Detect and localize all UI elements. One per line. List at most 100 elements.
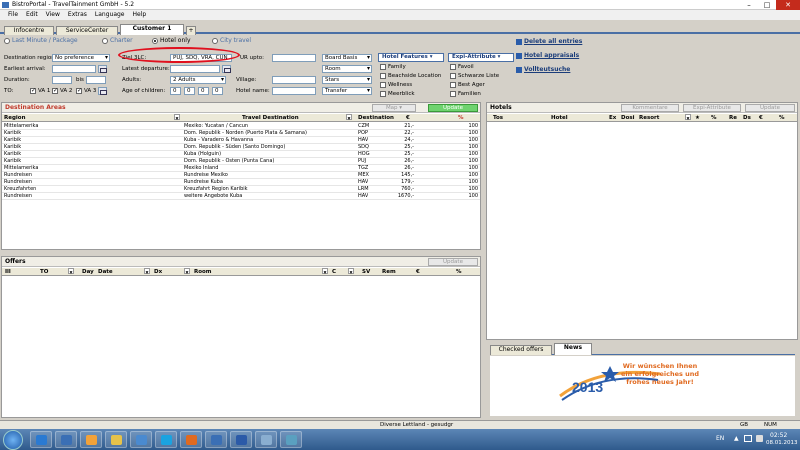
tab-infocentre[interactable]: Infocentre — [4, 26, 54, 35]
expi-familien-checkbox[interactable]: Familien — [450, 90, 481, 98]
taskbar-button[interactable] — [280, 431, 302, 448]
child-age-2[interactable]: 0 — [184, 87, 195, 95]
clock-date[interactable]: 08.01.2013 — [766, 440, 798, 446]
col-percent[interactable]: % — [458, 114, 464, 122]
col-travel-destination[interactable]: Travel Destination — [242, 114, 299, 122]
child-age-4[interactable]: 0 — [212, 87, 223, 95]
table-row[interactable]: Karibik Dom. Republik - Osten (Punta Cana… — [2, 158, 480, 165]
close-button[interactable]: ✕ — [776, 0, 800, 10]
col-percent[interactable]: % — [779, 114, 785, 122]
filter-dropdown-icon[interactable]: ▾ — [174, 114, 180, 122]
filter-dropdown-icon[interactable]: ▾ — [184, 268, 190, 276]
minimize-button[interactable]: – — [740, 0, 758, 10]
table-row[interactable]: Karibik Kuba - Varadero & Havanna HAV 24,- 1… — [2, 137, 480, 144]
table-row[interactable]: Karibik Dom. Republik - Süden (Santo Domi… — [2, 144, 480, 151]
table-row[interactable]: Mittelamerika Mexiko: Yucatan / Cancun CZM… — [2, 123, 480, 130]
maximize-button[interactable]: □ — [758, 0, 776, 10]
taskbar-button[interactable] — [80, 431, 102, 448]
col-c[interactable]: C — [332, 268, 336, 276]
col-stars[interactable]: ★ — [695, 114, 700, 122]
table-row[interactable]: Karibik Kuba (Holguin) HOG 25,- 100 — [2, 151, 480, 158]
taskbar-button[interactable] — [55, 431, 77, 448]
vollteutsuche-link[interactable]: Vollteutsuche — [516, 66, 570, 73]
radio-charter[interactable]: Charter — [102, 37, 133, 44]
col-hotel[interactable]: Hotel — [551, 114, 568, 122]
menu-file[interactable]: File — [4, 10, 22, 20]
table-row[interactable]: Rundreisen weitere Angebote Kuba HAV 1670,-… — [2, 193, 480, 200]
col-to[interactable]: TO — [40, 268, 48, 276]
table-row[interactable]: Mittelamerika Mexiko Inland TGZ 26,- 100 — [2, 165, 480, 172]
col-room[interactable]: Room — [194, 268, 212, 276]
taskbar-button[interactable] — [155, 431, 177, 448]
menu-language[interactable]: Language — [91, 10, 129, 20]
col-sv[interactable]: SV — [362, 268, 370, 276]
taskbar-button[interactable] — [255, 431, 277, 448]
tab-customer-1[interactable]: Customer 1 — [120, 24, 184, 35]
col-price[interactable]: € — [416, 268, 420, 276]
col-price[interactable]: € — [759, 114, 763, 122]
update-button[interactable]: Update — [428, 104, 478, 112]
menu-edit[interactable]: Edit — [22, 10, 42, 20]
va1-checkbox[interactable]: VA 1 — [30, 87, 50, 95]
taskbar-button[interactable] — [130, 431, 152, 448]
hotels-update-button[interactable]: Update — [745, 104, 795, 112]
menu-help[interactable]: Help — [129, 10, 151, 20]
feature-meerblick-checkbox[interactable]: Meerblick — [380, 90, 415, 98]
expi-schwarze-liste-checkbox[interactable]: Schwarze Liste — [450, 72, 499, 80]
calendar-icon[interactable] — [222, 65, 231, 73]
to-picker-icon[interactable] — [98, 87, 107, 95]
va3-checkbox[interactable]: VA 3 — [76, 87, 96, 95]
col-tos[interactable]: Tos — [493, 114, 503, 122]
expi-attribute-dropdown[interactable]: Expi-Attribute ▾ — [448, 53, 514, 62]
table-row[interactable]: Karibik Dom. Republik - Norden (Puerto Pl… — [2, 130, 480, 137]
map-button[interactable]: Map ▾ — [372, 104, 416, 112]
taskbar-button[interactable] — [105, 431, 127, 448]
taskbar-button[interactable] — [230, 431, 252, 448]
duration-to-input[interactable] — [86, 76, 106, 84]
col-ex[interactable]: Ex — [609, 114, 616, 122]
radio-hotel-only[interactable]: Hotel only — [152, 37, 191, 44]
ur-upto-input[interactable] — [272, 54, 316, 62]
filter-dropdown-icon[interactable]: ▾ — [346, 114, 352, 122]
start-button-icon[interactable] — [3, 430, 23, 450]
calendar-icon[interactable] — [98, 65, 107, 73]
col-price[interactable]: € — [406, 114, 410, 122]
col-re[interactable]: Re — [729, 114, 737, 122]
taskbar-button[interactable] — [180, 431, 202, 448]
col-day[interactable]: Day — [82, 268, 94, 276]
new-tab-button[interactable]: + — [186, 26, 196, 35]
col-rem[interactable]: Rem — [382, 268, 396, 276]
table-row[interactable]: Kreuzfahrten Kreuzfahrt Region Karibik LRM… — [2, 186, 480, 193]
filter-dropdown-icon[interactable]: ▾ — [685, 114, 691, 122]
tray-arrow-icon[interactable]: ▲ — [734, 435, 739, 442]
col-ill[interactable]: Ill — [5, 268, 11, 276]
va2-checkbox[interactable]: VA 2 — [52, 87, 72, 95]
duration-from-input[interactable] — [52, 76, 72, 84]
network-icon[interactable] — [744, 435, 752, 442]
adults-select[interactable]: 2 Adults — [170, 76, 226, 84]
filter-dropdown-icon[interactable]: ▾ — [144, 268, 150, 276]
radio-last-minute[interactable]: Last Minute / Package — [4, 37, 78, 44]
hotel-appraisals-link[interactable]: Hotel appraisals — [516, 52, 579, 59]
expi-favoil-checkbox[interactable]: Favoil — [450, 63, 474, 71]
transfer-select[interactable]: Transfer — [322, 87, 372, 95]
kommentare-button[interactable]: Kommentare — [621, 104, 679, 112]
hotel-features-dropdown[interactable]: Hotel Features ▾ — [378, 53, 444, 62]
menu-view[interactable]: View — [42, 10, 64, 20]
table-row[interactable]: Rundreisen Rundreise Mexiko MEX 145,- 100 — [2, 172, 480, 179]
col-date[interactable]: Date — [98, 268, 113, 276]
filter-dropdown-icon[interactable]: ▾ — [348, 268, 354, 276]
tab-news[interactable]: News — [554, 343, 592, 355]
col-dx[interactable]: Dx — [154, 268, 162, 276]
room-select[interactable]: Room — [322, 65, 372, 73]
board-basis-select[interactable]: Board Basis — [322, 54, 372, 62]
feature-beachside-checkbox[interactable]: Beachside Location — [380, 72, 441, 80]
latest-departure-input[interactable] — [170, 65, 220, 73]
menu-extras[interactable]: Extras — [64, 10, 91, 20]
taskbar-button[interactable] — [30, 431, 52, 448]
destination-region-select[interactable]: No preference — [52, 54, 110, 62]
col-region[interactable]: Region — [4, 114, 25, 122]
col-ds[interactable]: Ds — [743, 114, 751, 122]
expi-best-ager-checkbox[interactable]: Best Ager — [450, 81, 485, 89]
village-input[interactable] — [272, 76, 316, 84]
